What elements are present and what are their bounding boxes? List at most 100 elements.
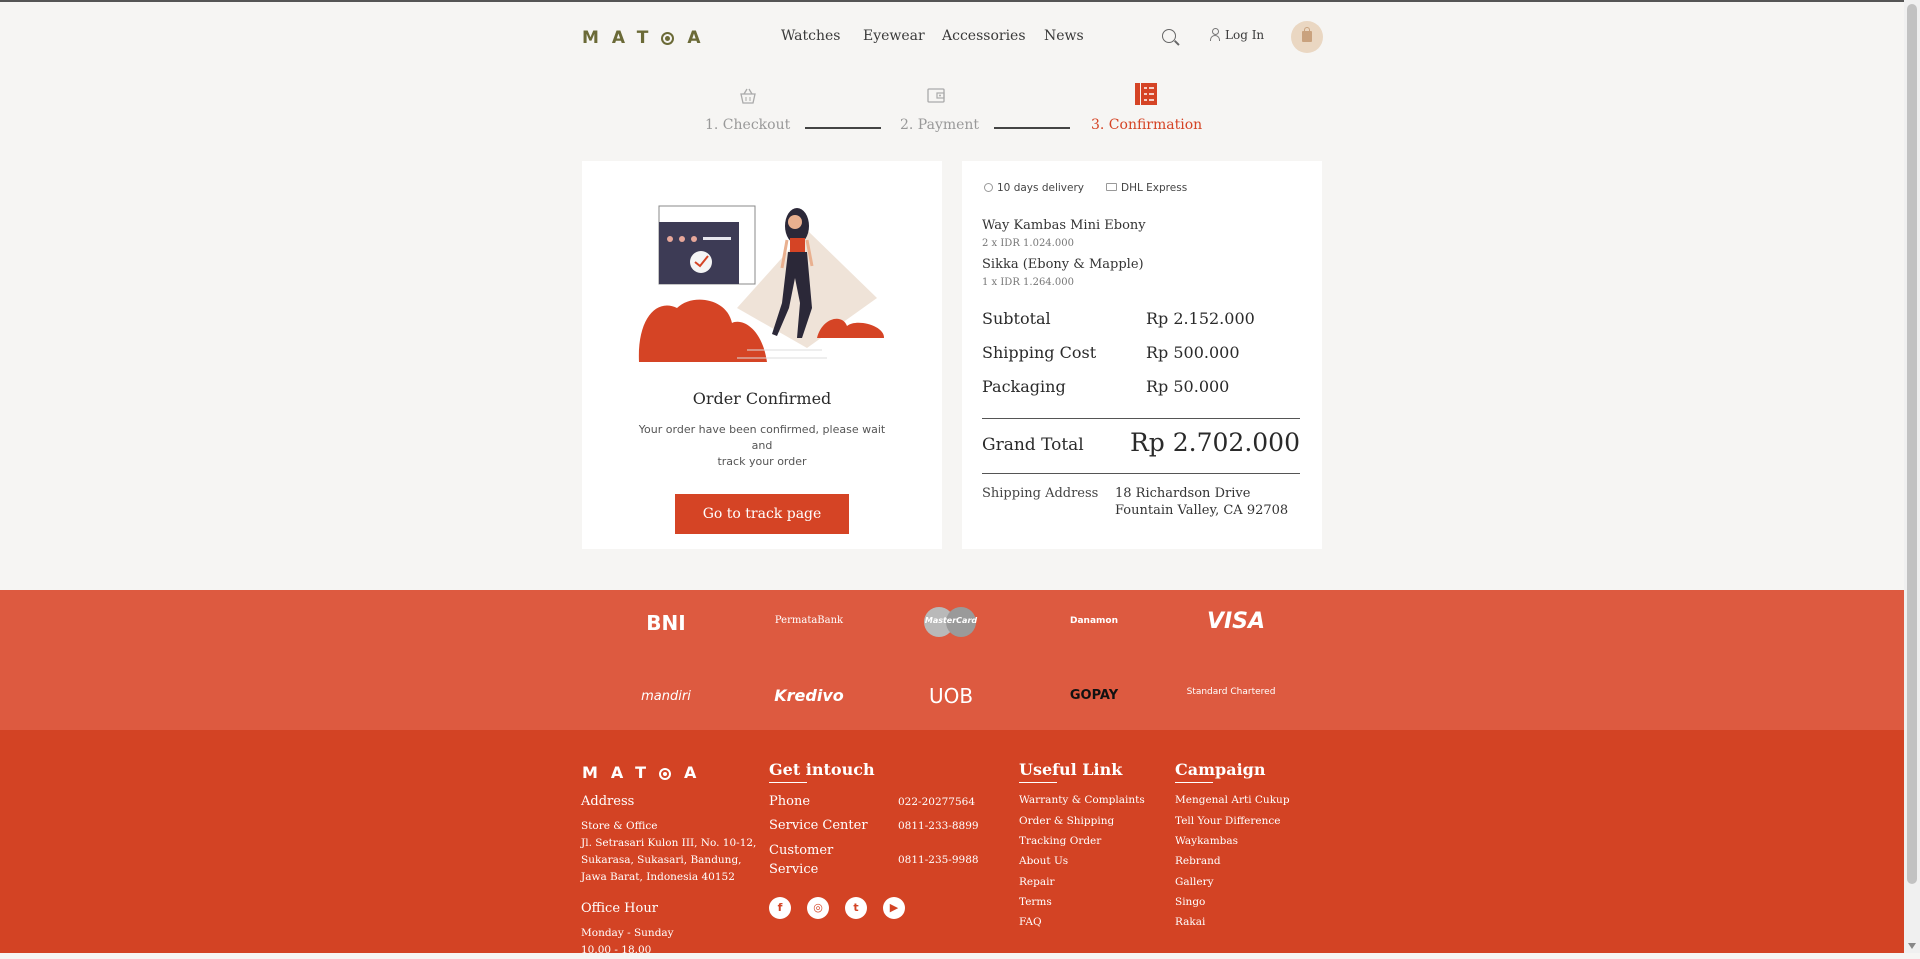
clock-icon — [984, 183, 993, 192]
description-line: track your order — [717, 455, 807, 468]
footer-link[interactable]: Warranty & Complaints — [1019, 794, 1145, 806]
order-item-name: Sikka (Ebony & Mapple) — [982, 257, 1144, 272]
contact-label: Service Center — [769, 818, 868, 833]
bni-logo: BNI — [646, 611, 686, 635]
description-line: Your order have been confirmed, please w… — [638, 423, 886, 452]
footer-office-time: 10.00 - 18.00 — [581, 944, 652, 956]
youtube-icon[interactable]: ▶ — [883, 897, 905, 919]
contact-label: Customer — [769, 843, 834, 858]
summary-divider — [982, 418, 1300, 420]
basket-icon — [740, 88, 756, 104]
checklist-icon — [1135, 83, 1157, 105]
footer-link[interactable]: Terms — [1019, 896, 1052, 908]
campaign-link[interactable]: Rebrand — [1175, 855, 1221, 867]
footer-logo[interactable]: MAT A — [582, 763, 709, 782]
shipping-cost-label: Shipping Cost — [982, 343, 1097, 362]
footer-office-hour-heading: Office Hour — [581, 901, 658, 916]
mastercard-logo: MasterCard — [924, 607, 978, 637]
step-connector — [994, 127, 1070, 129]
footer-campaign-heading: Campaign — [1175, 760, 1266, 783]
campaign-link[interactable]: Tell Your Difference — [1175, 815, 1280, 827]
summary-divider — [982, 473, 1300, 475]
login-button[interactable]: Log In — [1210, 28, 1264, 42]
mandiri-logo: mandiri — [641, 689, 691, 704]
standard-chartered-logo: Standard Chartered — [1186, 687, 1276, 697]
mastercard-text: MasterCard — [924, 616, 978, 625]
step-connector — [805, 127, 881, 129]
wallet-icon — [927, 88, 945, 103]
footer — [0, 730, 1904, 953]
search-icon[interactable] — [1162, 29, 1176, 43]
twitter-icon[interactable]: t — [845, 897, 867, 919]
user-icon — [1210, 28, 1220, 41]
go-to-track-page-button[interactable]: Go to track page — [675, 494, 849, 534]
footer-link[interactable]: Repair — [1019, 876, 1054, 888]
courier-text: DHL Express — [1121, 182, 1188, 194]
login-label: Log In — [1225, 28, 1265, 42]
order-confirmed-illustration — [638, 205, 885, 362]
shopping-bag-icon — [1302, 27, 1312, 42]
shipping-cost-value: Rp 500.000 — [1146, 343, 1240, 362]
nav-watches[interactable]: Watches — [781, 28, 840, 44]
kredivo-logo: Kredivo — [774, 686, 844, 705]
footer-useful-link-heading: Useful Link — [1019, 760, 1123, 783]
matoa-logo[interactable]: MAT A — [582, 28, 714, 48]
grand-total-label: Grand Total — [982, 435, 1084, 455]
contact-value[interactable]: 0811-235-9988 — [898, 852, 979, 869]
campaign-link[interactable]: Singo — [1175, 896, 1205, 908]
grand-total-value: Rp 2.702.000 — [1129, 428, 1300, 457]
permatabank-logo: PermataBank — [774, 615, 844, 626]
gopay-logo: GOPAY — [1069, 688, 1119, 703]
order-item-qty: 2 x IDR 1.024.000 — [982, 238, 1074, 249]
step-checkout[interactable]: 1. Checkout — [705, 117, 790, 133]
order-confirmed-description: Your order have been confirmed, please w… — [630, 422, 894, 470]
cart-button[interactable] — [1291, 21, 1323, 53]
footer-link[interactable]: About Us — [1019, 855, 1068, 867]
subtotal-value: Rp 2.152.000 — [1146, 309, 1255, 328]
scrollbar-thumb[interactable] — [1907, 4, 1917, 884]
footer-contact-heading: Get intouch — [769, 760, 875, 783]
contact-label: Phone — [769, 794, 811, 809]
shipping-address-line: 18 Richardson Drive — [1115, 486, 1251, 501]
footer-link[interactable]: FAQ — [1019, 916, 1042, 928]
nav-accessories[interactable]: Accessories — [942, 28, 1026, 44]
truck-icon — [1106, 183, 1117, 191]
footer-office-days: Monday - Sunday — [581, 927, 674, 939]
campaign-link[interactable]: Gallery — [1175, 876, 1214, 888]
footer-address-heading: Address — [581, 794, 635, 809]
packaging-label: Packaging — [982, 377, 1066, 396]
footer-address-line: Jawa Barat, Indonesia 40152 — [581, 871, 735, 883]
contact-value[interactable]: 022-20277564 — [898, 794, 975, 811]
shipping-address-line: Fountain Valley, CA 92708 — [1115, 503, 1289, 518]
footer-link[interactable]: Order & Shipping — [1019, 815, 1114, 827]
footer-address-line: Sukarasa, Sukasari, Bandung, — [581, 854, 742, 866]
contact-value[interactable]: 0811-233-8899 — [898, 818, 979, 835]
footer-address-line: Jl. Setrasari Kulon III, No. 10-12, — [581, 837, 757, 849]
campaign-link[interactable]: Waykambas — [1175, 835, 1238, 847]
delivery-time: 10 days delivery — [984, 182, 1084, 194]
instagram-icon[interactable]: ◎ — [807, 897, 829, 919]
nav-news[interactable]: News — [1044, 28, 1084, 44]
scroll-down-arrow-icon[interactable] — [1908, 943, 1916, 949]
danamon-logo: Danamon — [1070, 616, 1118, 626]
window-top-border — [0, 0, 1920, 2]
step-confirmation[interactable]: 3. Confirmation — [1091, 117, 1202, 133]
delivery-time-text: 10 days delivery — [997, 182, 1084, 194]
packaging-value: Rp 50.000 — [1146, 377, 1230, 396]
facebook-icon[interactable]: f — [769, 897, 791, 919]
courier: DHL Express — [1106, 182, 1187, 194]
order-confirmed-title: Order Confirmed — [692, 389, 832, 408]
uob-logo: UOB — [928, 684, 974, 708]
contact-label: Service — [769, 862, 819, 877]
campaign-link[interactable]: Rakai — [1175, 916, 1205, 928]
order-item-name: Way Kambas Mini Ebony — [982, 218, 1146, 233]
nav-eyewear[interactable]: Eyewear — [863, 28, 925, 44]
visa-logo: VISA — [1206, 609, 1266, 634]
footer-link[interactable]: Tracking Order — [1019, 835, 1101, 847]
campaign-link[interactable]: Mengenal Arti Cukup — [1175, 794, 1290, 806]
footer-address-sub: Store & Office — [581, 820, 658, 832]
order-item-qty: 1 x IDR 1.264.000 — [982, 277, 1074, 288]
step-payment[interactable]: 2. Payment — [900, 117, 979, 133]
shipping-address-label: Shipping Address — [982, 486, 1099, 501]
vertical-scrollbar[interactable] — [1904, 0, 1920, 953]
